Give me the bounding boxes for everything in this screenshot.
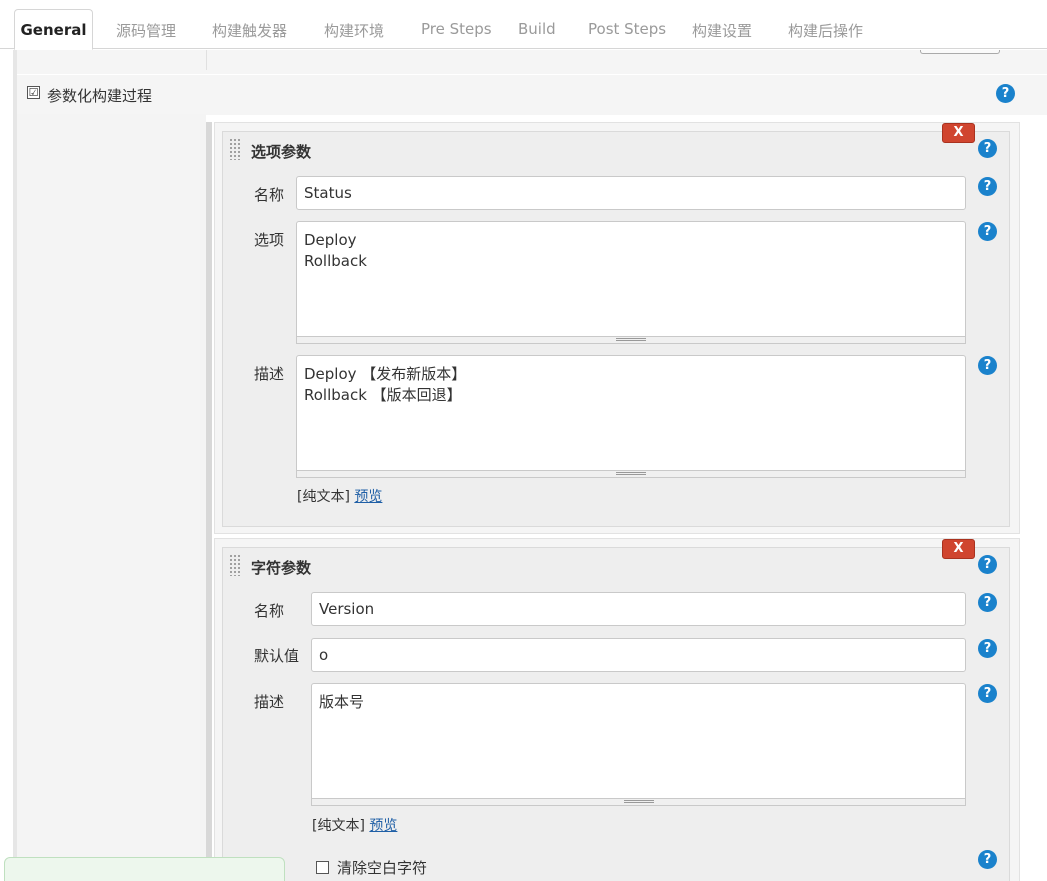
- preview-link[interactable]: 预览: [369, 818, 397, 834]
- help-icon[interactable]: ?: [978, 177, 997, 196]
- plain-text-label: [纯文本]: [312, 818, 365, 834]
- textarea-resize-handle[interactable]: [296, 337, 966, 344]
- help-icon[interactable]: ?: [978, 356, 997, 375]
- delete-string-param-button[interactable]: X: [942, 539, 975, 559]
- param-build-checkbox[interactable]: ☑: [27, 86, 40, 99]
- choice-desc-textarea[interactable]: Deploy 【发布新版本】 Rollback 【版本回退】: [296, 355, 966, 471]
- delete-choice-param-button[interactable]: X: [942, 123, 975, 143]
- string-default-label: 默认值: [254, 647, 300, 665]
- choice-desc-label: 描述: [254, 365, 285, 383]
- drag-handle-icon[interactable]: [229, 554, 241, 576]
- trim-checkbox[interactable]: [316, 861, 329, 874]
- left-panel: [17, 114, 206, 881]
- string-default-input[interactable]: o: [311, 638, 966, 672]
- markup-format-note: [纯文本] 预览: [297, 486, 382, 506]
- textarea-resize-handle[interactable]: [296, 471, 966, 478]
- choice-param-title: 选项参数: [251, 143, 312, 161]
- choice-options-label: 选项: [254, 231, 285, 249]
- choice-name-label: 名称: [254, 186, 285, 204]
- param-build-label[interactable]: 参数化构建过程: [47, 85, 152, 106]
- choice-name-input[interactable]: Status: [296, 176, 966, 210]
- previous-section-strip: [17, 50, 1047, 74]
- help-icon[interactable]: ?: [978, 139, 997, 158]
- choice-options-textarea[interactable]: Deploy Rollback: [296, 221, 966, 337]
- tab-build-settings[interactable]: 构建设置: [692, 20, 752, 41]
- help-icon[interactable]: ?: [978, 684, 997, 703]
- tab-post-build-actions[interactable]: 构建后操作: [788, 20, 863, 41]
- string-desc-textarea[interactable]: 版本号: [311, 683, 966, 799]
- plain-text-label: [纯文本]: [297, 489, 350, 505]
- help-icon[interactable]: ?: [978, 222, 997, 241]
- tab-build-triggers[interactable]: 构建触发器: [212, 20, 287, 41]
- tab-general[interactable]: General: [14, 9, 93, 50]
- drag-handle-icon[interactable]: [229, 138, 241, 160]
- string-name-label: 名称: [254, 602, 285, 620]
- params-container-bar: [206, 122, 212, 881]
- partial-button[interactable]: [920, 50, 1000, 54]
- help-icon[interactable]: ?: [996, 84, 1015, 103]
- tab-build[interactable]: Build: [518, 20, 556, 38]
- help-icon[interactable]: ?: [978, 850, 997, 869]
- tab-source-control[interactable]: 源码管理: [116, 20, 176, 41]
- trim-label[interactable]: 清除空白字符: [337, 857, 427, 878]
- notification-toast: [4, 857, 285, 881]
- string-param-title: 字符参数: [251, 559, 312, 577]
- tab-post-steps[interactable]: Post Steps: [588, 20, 666, 38]
- help-icon[interactable]: ?: [978, 555, 997, 574]
- preview-link[interactable]: 预览: [354, 489, 382, 505]
- tab-pre-steps[interactable]: Pre Steps: [421, 20, 492, 38]
- param-build-row: ☑ 参数化构建过程: [17, 75, 1047, 115]
- help-icon[interactable]: ?: [978, 593, 997, 612]
- tab-bar: General 源码管理 构建触发器 构建环境 Pre Steps Build …: [0, 0, 1047, 50]
- markup-format-note: [纯文本] 预览: [312, 815, 397, 835]
- string-desc-label: 描述: [254, 693, 285, 711]
- string-name-input[interactable]: Version: [311, 592, 966, 626]
- textarea-resize-handle[interactable]: [311, 799, 966, 806]
- tab-build-environment[interactable]: 构建环境: [324, 20, 384, 41]
- help-icon[interactable]: ?: [978, 639, 997, 658]
